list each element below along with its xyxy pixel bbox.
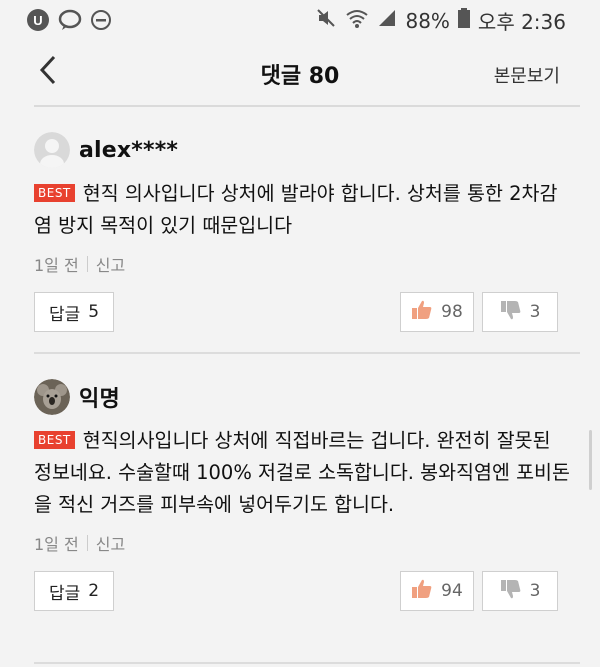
comment-divider — [34, 662, 580, 664]
signal-icon — [377, 8, 397, 33]
reply-button[interactable]: 답글 5 — [34, 292, 115, 332]
best-badge: BEST — [34, 184, 75, 202]
thumbs-down-icon — [500, 578, 522, 605]
meta-separator — [86, 256, 88, 272]
comment-username[interactable]: alex**** — [79, 138, 178, 163]
reply-count: 2 — [88, 581, 100, 601]
dislike-count: 3 — [529, 302, 541, 322]
battery-percent: 88% — [405, 8, 450, 33]
view-post-link[interactable]: 본문보기 — [494, 62, 560, 88]
comment-divider — [34, 352, 580, 354]
reply-label: 답글 — [49, 583, 81, 604]
reply-count: 5 — [88, 302, 100, 322]
chat-bubble-icon — [58, 8, 82, 36]
comment-actions: 답글 2 94 3 — [34, 571, 580, 615]
thumbs-down-icon — [500, 299, 522, 326]
report-link[interactable]: 신고 — [96, 252, 125, 276]
like-count: 98 — [441, 302, 463, 322]
comment-meta: 1일 전 신고 — [34, 531, 580, 555]
best-badge: BEST — [34, 431, 75, 449]
header-divider — [34, 105, 580, 107]
do-not-disturb-icon — [90, 9, 112, 35]
scrollbar[interactable] — [589, 430, 592, 490]
comment-time: 1일 전 — [34, 256, 79, 275]
dislike-button[interactable]: 3 — [482, 571, 558, 611]
comment-text-block: BEST 현직의사입니다 상처에 직접바르는 겁니다. 완전히 잘못된 정보네요.… — [34, 425, 574, 521]
battery-icon — [457, 8, 470, 33]
default-avatar-icon — [34, 132, 70, 168]
comment-text: 현직 의사입니다 상처에 발라야 합니다. 상처를 통한 2차감염 방지 목적이… — [34, 182, 558, 237]
dislike-button[interactable]: 3 — [482, 292, 558, 332]
comment-time: 1일 전 — [34, 535, 79, 554]
like-button[interactable]: 98 — [400, 292, 474, 332]
status-bar: U 88% 오후 2:36 — [0, 0, 600, 40]
comment-item: 익명 BEST 현직의사입니다 상처에 직접바르는 겁니다. 완전히 잘못된 정보… — [34, 375, 580, 615]
comment-text: 현직의사입니다 상처에 직접바르는 겁니다. 완전히 잘못된 정보네요. 수술할… — [34, 429, 570, 516]
reply-label: 답글 — [49, 304, 81, 325]
u-plus-icon: U — [26, 8, 50, 36]
comment-item: alex**** BEST 현직 의사입니다 상처에 발라야 합니다. 상처를 통… — [34, 128, 580, 336]
comment-actions: 답글 5 98 3 — [34, 292, 580, 336]
comment-text-block: BEST 현직 의사입니다 상처에 발라야 합니다. 상처를 통한 2차감염 방지… — [34, 178, 574, 242]
dislike-count: 3 — [529, 581, 541, 601]
koala-avatar-icon — [34, 379, 70, 415]
wifi-icon — [345, 7, 369, 34]
thumbs-up-icon — [411, 299, 433, 326]
comment-meta: 1일 전 신고 — [34, 252, 580, 276]
report-link[interactable]: 신고 — [96, 531, 125, 555]
meta-separator — [86, 535, 88, 551]
clock: 오후 2:36 — [477, 10, 566, 34]
thumbs-up-icon — [411, 578, 433, 605]
app-header: 댓글 80 본문보기 — [0, 40, 600, 104]
reply-button[interactable]: 답글 2 — [34, 571, 115, 611]
mute-icon — [315, 7, 337, 34]
comment-username[interactable]: 익명 — [79, 381, 120, 413]
like-button[interactable]: 94 — [400, 571, 474, 611]
svg-text:U: U — [33, 13, 42, 28]
like-count: 94 — [441, 581, 463, 601]
